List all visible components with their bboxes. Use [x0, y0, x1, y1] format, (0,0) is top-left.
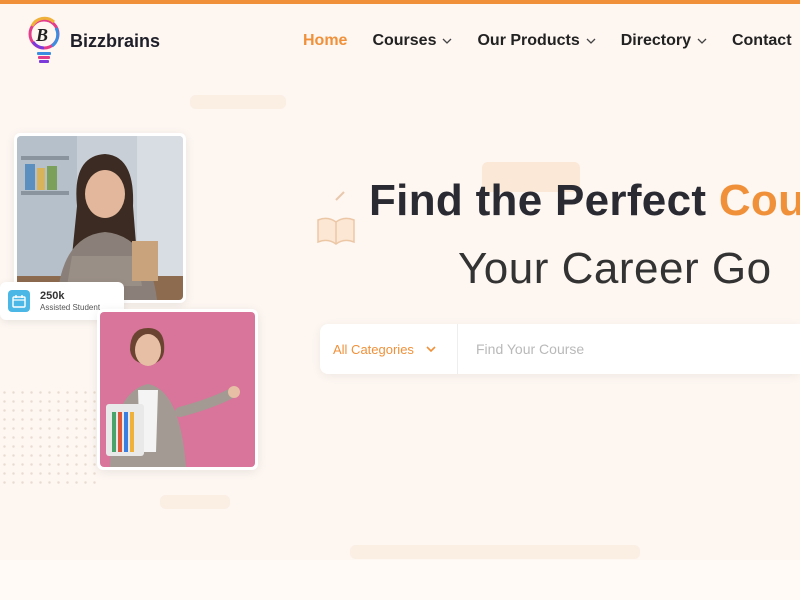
hero-title-accent: Cou — [718, 176, 800, 225]
calendar-icon — [8, 290, 30, 312]
bottom-section-edge — [0, 560, 800, 600]
book-icon — [317, 191, 355, 245]
nav-contact-label: Contact — [731, 32, 792, 49]
nav-courses-label: Courses — [372, 32, 437, 49]
nav-directory-label: Directory — [620, 32, 691, 49]
hero-photo-student-desk — [14, 133, 186, 303]
logo[interactable]: B Bizzbrains — [24, 14, 160, 70]
nav-home[interactable]: Home — [303, 32, 347, 50]
dot-pattern — [0, 388, 100, 488]
course-search-input[interactable] — [458, 324, 800, 374]
category-dropdown-label: All Categories — [333, 341, 414, 357]
chevron-down-icon — [697, 38, 707, 44]
brand-name: Bizzbrains — [70, 30, 161, 51]
decor-blob — [350, 545, 640, 559]
decor-blob — [160, 495, 230, 509]
nav-directory[interactable]: Directory — [621, 32, 707, 50]
nav-home-label: Home — [303, 32, 348, 49]
stat-label: Assisted Student — [40, 302, 101, 312]
hero-title-text: Find the Perfect — [369, 176, 719, 225]
chevron-down-icon — [586, 38, 596, 44]
chevron-down-icon — [426, 346, 436, 353]
chevron-down-icon — [443, 38, 452, 44]
hero-subtitle: Your Career Go — [458, 244, 772, 293]
course-search-bar: All Categories — [320, 324, 800, 374]
nav-contact[interactable]: Contact — [732, 32, 792, 50]
svg-text:B: B — [35, 25, 48, 45]
presenter-photo-image — [100, 312, 255, 467]
student-photo-image — [17, 136, 183, 300]
stat-value: 250k — [40, 289, 65, 302]
nav-our-products-label: Our Products — [477, 32, 580, 49]
category-dropdown[interactable]: All Categories — [320, 324, 458, 374]
main-nav: Home Courses Our Products Directory Cont… — [303, 32, 792, 50]
site-header: B Bizzbrains Home Courses Our Products D… — [0, 4, 800, 80]
decor-blob — [190, 95, 286, 109]
nav-our-products[interactable]: Our Products — [477, 32, 596, 50]
hero-photo-presenter — [97, 309, 258, 470]
hero-title: Find the Perfect Cou — [369, 176, 800, 226]
logo-icon: B — [28, 16, 60, 63]
nav-courses[interactable]: Courses — [372, 32, 452, 50]
